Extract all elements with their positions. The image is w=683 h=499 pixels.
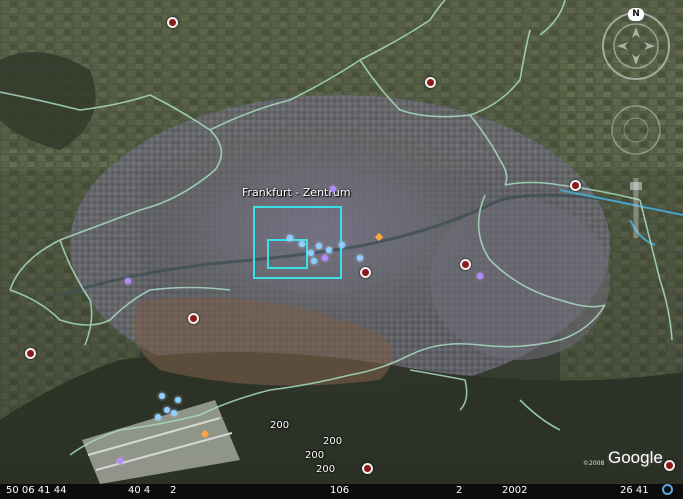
north-label: N (632, 9, 640, 19)
status-field: 2 (170, 485, 177, 496)
purple-marker[interactable] (477, 273, 483, 279)
red-marker[interactable] (25, 348, 36, 359)
purple-marker[interactable] (322, 255, 328, 261)
urban-east (430, 200, 610, 360)
purple-marker[interactable] (117, 458, 123, 464)
blue-marker[interactable] (316, 243, 322, 249)
overlay-number: 200 (316, 464, 336, 475)
blue-marker[interactable] (287, 235, 293, 241)
red-marker[interactable] (167, 17, 178, 28)
red-marker[interactable] (570, 180, 581, 191)
red-marker[interactable] (362, 463, 373, 474)
red-marker[interactable] (425, 77, 436, 88)
look-joystick-icon[interactable] (598, 98, 678, 158)
blue-marker[interactable] (155, 414, 161, 420)
red-marker[interactable] (360, 267, 371, 278)
red-marker[interactable] (664, 460, 675, 471)
blue-marker[interactable] (164, 407, 170, 413)
map-viewer[interactable]: Frankfurt - Zentrum 200 200 200 200 N Go… (0, 0, 683, 499)
overlay-number: 200 (305, 450, 325, 461)
blue-marker[interactable] (326, 247, 332, 253)
google-logo: Google (608, 448, 663, 467)
status-field: 2 (456, 485, 463, 496)
north-indicator[interactable]: N (628, 8, 644, 21)
purple-marker[interactable] (330, 186, 336, 192)
blue-marker[interactable] (308, 250, 314, 256)
blue-marker[interactable] (159, 393, 165, 399)
status-field: 106 (330, 485, 350, 496)
status-field: 40 4 (128, 485, 151, 496)
overlay-number: 200 (323, 436, 343, 447)
blue-marker[interactable] (299, 241, 305, 247)
blue-marker[interactable] (339, 242, 345, 248)
red-marker[interactable] (188, 313, 199, 324)
blue-marker[interactable] (357, 255, 363, 261)
status-coord-lon: 26 41 (620, 485, 649, 496)
blue-marker[interactable] (171, 410, 177, 416)
copyright-text: ©2008 (583, 460, 605, 467)
blue-marker[interactable] (175, 397, 181, 403)
zoom-slider-icon[interactable] (598, 168, 678, 238)
red-marker[interactable] (460, 259, 471, 270)
status-coord-lat: 50 06 41 44 (6, 485, 67, 496)
navigation-controls[interactable]: N (598, 8, 678, 238)
status-bar: 50 06 41 44 40 4 2 106 2 2002 26 41 (0, 484, 683, 499)
blue-marker[interactable] (311, 258, 317, 264)
streaming-status-icon (662, 484, 673, 495)
overlay-number: 200 (270, 420, 290, 431)
purple-marker[interactable] (125, 278, 131, 284)
status-imagery-year: 2002 (502, 485, 528, 496)
